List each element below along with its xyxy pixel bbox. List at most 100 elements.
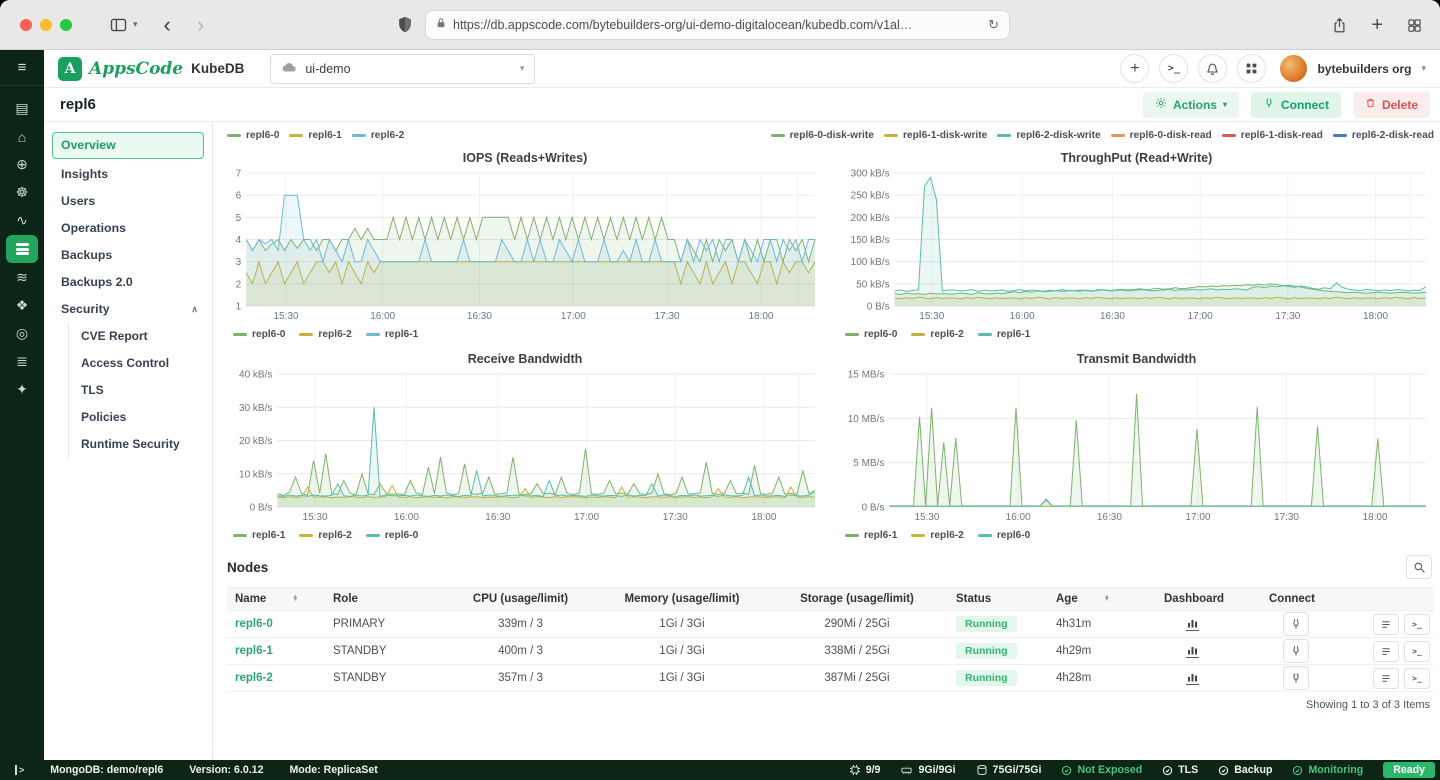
- terminal-button[interactable]: >_: [1159, 54, 1188, 83]
- node-shell-button[interactable]: >_: [1404, 641, 1430, 662]
- rail-item-mongodb[interactable]: [6, 235, 38, 263]
- legend-item[interactable]: repl6-0-disk-read: [1111, 130, 1212, 141]
- dashboard-link[interactable]: [1186, 645, 1199, 658]
- home-icon: ⌂: [18, 129, 26, 145]
- delete-button[interactable]: Delete: [1353, 92, 1430, 118]
- zoom-window-button[interactable]: [60, 19, 72, 31]
- rail-item-home[interactable]: ⌂: [6, 123, 38, 150]
- node-name-link[interactable]: repl6-0: [235, 618, 273, 630]
- sidebar-item-access-control[interactable]: Access Control: [69, 350, 212, 377]
- close-window-button[interactable]: [20, 19, 32, 31]
- back-button[interactable]: ‹: [164, 14, 171, 36]
- sidebar-item-operations[interactable]: Operations: [44, 215, 212, 242]
- search-icon[interactable]: [1406, 555, 1432, 579]
- dashboard-link[interactable]: [1186, 618, 1199, 631]
- new-tab-button[interactable]: +: [1371, 14, 1383, 37]
- legend-item[interactable]: repl6-1-disk-write: [884, 130, 987, 141]
- sidebar-item-runtime-security[interactable]: Runtime Security: [69, 431, 212, 458]
- actions-button[interactable]: Actions ▾: [1143, 92, 1239, 118]
- legend-item[interactable]: repl6-2-disk-write: [997, 130, 1100, 141]
- legend-item[interactable]: repl6-2-disk-read: [1333, 130, 1434, 141]
- privacy-shield-icon[interactable]: [398, 16, 412, 38]
- legend-item[interactable]: repl6-1: [233, 530, 285, 541]
- legend-item[interactable]: repl6-2: [299, 530, 351, 541]
- legend-item[interactable]: repl6-0: [366, 530, 418, 541]
- sidebar-item-backups[interactable]: Backups: [44, 242, 212, 269]
- sort-icon[interactable]: ▲▼: [1104, 596, 1110, 603]
- add-button[interactable]: +: [1120, 54, 1149, 83]
- legend-item[interactable]: repl6-2: [352, 130, 404, 141]
- rail-item-apps[interactable]: ❖: [6, 292, 38, 319]
- table-row: repl6-2STANDBY357m / 31Gi / 3Gi387Mi / 2…: [227, 665, 1434, 692]
- share-icon[interactable]: [1332, 17, 1347, 34]
- node-logs-button[interactable]: [1373, 668, 1399, 689]
- column-header-age[interactable]: Age▲▼: [1048, 593, 1156, 605]
- column-header-name[interactable]: Name▲▼: [227, 593, 325, 605]
- sidebar-item-policies[interactable]: Policies: [69, 404, 212, 431]
- legend-item[interactable]: repl6-1: [978, 329, 1030, 340]
- rail-item-kubernetes[interactable]: ☸: [6, 179, 38, 206]
- sidebar-item-insights[interactable]: Insights: [44, 161, 212, 188]
- legend-dash-icon: [911, 333, 925, 336]
- url-bar[interactable]: https://db.appscode.com/bytebuilders-org…: [425, 10, 1010, 40]
- rail-item-databases[interactable]: ▤: [6, 95, 38, 122]
- node-shell-button[interactable]: >_: [1404, 614, 1430, 635]
- node-logs-button[interactable]: [1373, 614, 1399, 635]
- sidebar-item-backups-2-0[interactable]: Backups 2.0: [44, 269, 212, 296]
- legend-item[interactable]: repl6-2: [299, 329, 351, 340]
- node-name-link[interactable]: repl6-1: [235, 645, 273, 657]
- sidebar-item-security[interactable]: Security∧: [44, 296, 212, 323]
- sidebar-item-tls[interactable]: TLS: [69, 377, 212, 404]
- org-chevron-down-icon[interactable]: ▾: [1421, 63, 1426, 74]
- svg-text:100 kB/s: 100 kB/s: [851, 257, 890, 268]
- chart-title: Receive Bandwidth: [227, 352, 823, 366]
- connect-button[interactable]: Connect: [1251, 92, 1341, 118]
- legend-item[interactable]: repl6-0: [227, 130, 279, 141]
- forward-button[interactable]: ›: [197, 14, 204, 36]
- node-connect-button[interactable]: [1283, 666, 1309, 690]
- appscode-logo-icon[interactable]: A: [58, 57, 82, 81]
- legend-item[interactable]: repl6-1: [289, 130, 341, 141]
- rail-collapse-icon[interactable]: ≡: [0, 50, 44, 86]
- tab-overview-icon[interactable]: [1407, 18, 1422, 33]
- legend-dash-icon: [845, 333, 859, 336]
- sidebar-item-overview[interactable]: Overview: [52, 132, 204, 159]
- org-avatar[interactable]: [1280, 55, 1307, 82]
- rail-item-clusters[interactable]: ⊕: [6, 151, 38, 178]
- notifications-bell-icon[interactable]: [1198, 54, 1227, 83]
- statusbar-expand-icon[interactable]: >: [15, 765, 24, 775]
- column-header-status: Status: [948, 593, 1048, 605]
- rail-item-layers[interactable]: ≣: [6, 348, 38, 375]
- node-name-link[interactable]: repl6-2: [235, 672, 273, 684]
- rail-item-backups[interactable]: ≋: [6, 264, 38, 291]
- dashboard-link[interactable]: [1186, 672, 1199, 685]
- sidebar-caret-icon[interactable]: ▾: [133, 19, 138, 30]
- node-logs-button[interactable]: [1373, 641, 1399, 662]
- cluster-selector[interactable]: ui-demo ▾: [270, 54, 535, 84]
- legend-item[interactable]: repl6-2: [911, 329, 963, 340]
- svg-text:17:00: 17:00: [574, 512, 599, 523]
- legend-item[interactable]: repl6-0: [978, 530, 1030, 541]
- legend-item[interactable]: repl6-1: [366, 329, 418, 340]
- sort-icon[interactable]: ▲▼: [292, 596, 298, 603]
- apps-grid-icon[interactable]: [1237, 54, 1266, 83]
- minimize-window-button[interactable]: [40, 19, 52, 31]
- rail-item-trends[interactable]: ∿: [6, 207, 38, 234]
- legend-item[interactable]: repl6-1-disk-read: [1222, 130, 1323, 141]
- sidebar-item-cve-report[interactable]: CVE Report: [69, 323, 212, 350]
- reload-icon[interactable]: ↻: [988, 17, 999, 33]
- node-connect-button[interactable]: [1283, 639, 1309, 663]
- statusbar-item-monitoring: Monitoring: [1292, 764, 1363, 776]
- legend-item[interactable]: repl6-0: [845, 329, 897, 340]
- sidebar-item-users[interactable]: Users: [44, 188, 212, 215]
- legend-item[interactable]: repl6-1: [845, 530, 897, 541]
- rail-item-security[interactable]: ✦: [6, 376, 38, 403]
- legend-item[interactable]: repl6-0-disk-write: [771, 130, 874, 141]
- node-shell-button[interactable]: >_: [1404, 668, 1430, 689]
- node-connect-button[interactable]: [1283, 612, 1309, 636]
- legend-item[interactable]: repl6-0: [233, 329, 285, 340]
- legend-dash-icon: [289, 134, 303, 137]
- rail-item-watch[interactable]: ◎: [6, 320, 38, 347]
- sidebar-toggle-icon[interactable]: [110, 18, 127, 32]
- legend-item[interactable]: repl6-2: [911, 530, 963, 541]
